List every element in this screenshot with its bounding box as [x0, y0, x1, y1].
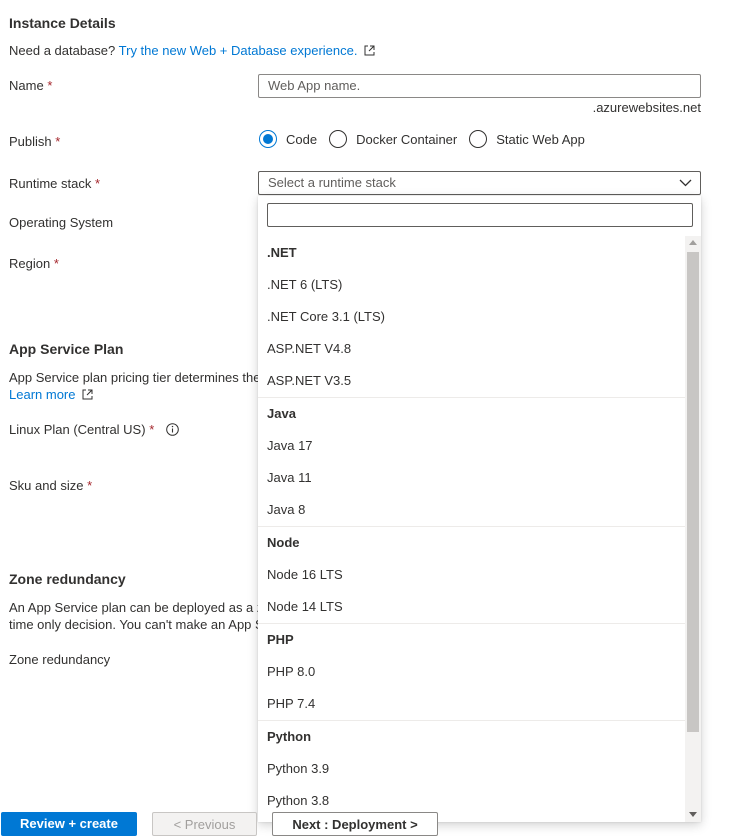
runtime-option[interactable]: ASP.NET V4.8 — [258, 333, 685, 365]
scrollbar-thumb[interactable] — [687, 252, 699, 732]
web-app-name-input[interactable]: Web App name. — [258, 74, 701, 98]
domain-suffix: .azurewebsites.net — [592, 100, 701, 115]
radio-unselected-icon[interactable] — [329, 130, 348, 148]
required-marker: * — [47, 78, 53, 93]
web-app-name-placeholder: Web App name. — [268, 78, 361, 93]
learn-more-text[interactable]: Learn more — [9, 387, 75, 402]
publish-option-code[interactable]: Code — [259, 130, 317, 148]
external-link-icon — [82, 389, 93, 400]
runtime-option[interactable]: .NET Core 3.1 (LTS) — [258, 301, 685, 333]
radio-selected-icon[interactable] — [259, 130, 277, 148]
scroll-up-arrow-icon[interactable] — [689, 240, 697, 245]
previous-button[interactable]: < Previous — [152, 812, 257, 836]
sku-size-label: Sku and size * — [9, 478, 92, 493]
group-header-dotnet: .NET — [267, 245, 297, 260]
radio-unselected-icon[interactable] — [469, 130, 488, 148]
runtime-stack-dropdown: .NET .NET 6 (LTS) .NET Core 3.1 (LTS) AS… — [258, 196, 701, 822]
runtime-stack-select[interactable]: Select a runtime stack — [258, 171, 701, 195]
sku-size-label-text: Sku and size — [9, 478, 84, 493]
zone-redundancy-heading: Zone redundancy — [9, 571, 126, 587]
web-database-link[interactable]: Try the new Web + Database experience. — [119, 43, 375, 58]
learn-more-link[interactable]: Learn more — [9, 387, 93, 402]
publish-option-label: Docker Container — [356, 131, 458, 147]
web-database-link-text[interactable]: Try the new Web + Database experience. — [119, 43, 358, 58]
runtime-option[interactable]: Python 3.9 — [258, 753, 685, 785]
publish-option-static[interactable]: Static Web App — [469, 130, 585, 148]
publish-option-label: Static Web App — [496, 131, 585, 147]
runtime-option[interactable]: .NET 6 (LTS) — [258, 269, 685, 301]
required-marker: * — [95, 176, 101, 191]
name-label: Name * — [9, 78, 52, 93]
runtime-option[interactable]: PHP 7.4 — [258, 688, 685, 720]
publish-label-text: Publish — [9, 134, 52, 149]
app-service-plan-heading: App Service Plan — [9, 341, 124, 357]
runtime-option[interactable]: Node 14 LTS — [258, 591, 685, 623]
publish-label: Publish * — [9, 134, 60, 149]
zone-description-line2: time only decision. You can't make an Ap… — [9, 617, 264, 632]
publish-option-label: Code — [286, 131, 318, 147]
group-header-java: Java — [267, 406, 296, 421]
runtime-option[interactable]: Java 11 — [258, 462, 685, 494]
runtime-option[interactable]: ASP.NET V3.5 — [258, 365, 685, 397]
runtime-option[interactable]: Java 8 — [258, 494, 685, 526]
runtime-stack-label: Runtime stack * — [9, 176, 100, 191]
runtime-stack-placeholder: Select a runtime stack — [268, 175, 396, 190]
required-marker: * — [53, 256, 59, 271]
name-label-text: Name — [9, 78, 44, 93]
linux-plan-label-text: Linux Plan (Central US) — [9, 422, 146, 437]
publish-radio-group: Code Docker Container Static Web App — [259, 129, 597, 149]
publish-option-docker[interactable]: Docker Container — [329, 130, 457, 148]
next-deployment-button[interactable]: Next : Deployment > — [272, 812, 438, 836]
app-service-plan-description: App Service plan pricing tier determines… — [9, 370, 261, 385]
group-header-node: Node — [267, 535, 300, 550]
zone-redundancy-label: Zone redundancy — [9, 652, 111, 667]
scroll-down-arrow-icon[interactable] — [689, 812, 697, 817]
region-label-text: Region — [9, 256, 51, 271]
required-marker: * — [149, 422, 155, 437]
runtime-option[interactable]: PHP 8.0 — [258, 656, 685, 688]
group-header-python: Python — [267, 729, 312, 744]
required-marker: * — [87, 478, 93, 493]
zone-description-line1: An App Service plan can be deployed as a… — [9, 600, 264, 615]
region-label: Region * — [9, 256, 59, 271]
runtime-option[interactable]: Node 16 LTS — [258, 559, 685, 591]
chevron-down-icon — [679, 179, 692, 187]
group-header-php: PHP — [267, 632, 294, 647]
runtime-stack-label-text: Runtime stack — [9, 176, 92, 191]
database-prompt: Need a database? Try the new Web + Datab… — [9, 43, 375, 58]
runtime-option[interactable]: Java 17 — [258, 430, 685, 462]
database-prompt-text: Need a database? — [9, 43, 116, 58]
operating-system-label: Operating System — [9, 215, 114, 230]
runtime-options-list: .NET .NET 6 (LTS) .NET Core 3.1 (LTS) AS… — [258, 236, 685, 817]
dropdown-scrollbar[interactable] — [685, 236, 701, 822]
runtime-search-input[interactable] — [267, 203, 693, 227]
info-icon[interactable] — [166, 423, 179, 436]
instance-details-heading: Instance Details — [9, 15, 116, 31]
review-create-button[interactable]: Review + create — [1, 812, 137, 836]
required-marker: * — [55, 134, 61, 149]
external-link-icon — [364, 45, 375, 56]
linux-plan-label: Linux Plan (Central US) * — [9, 422, 179, 437]
